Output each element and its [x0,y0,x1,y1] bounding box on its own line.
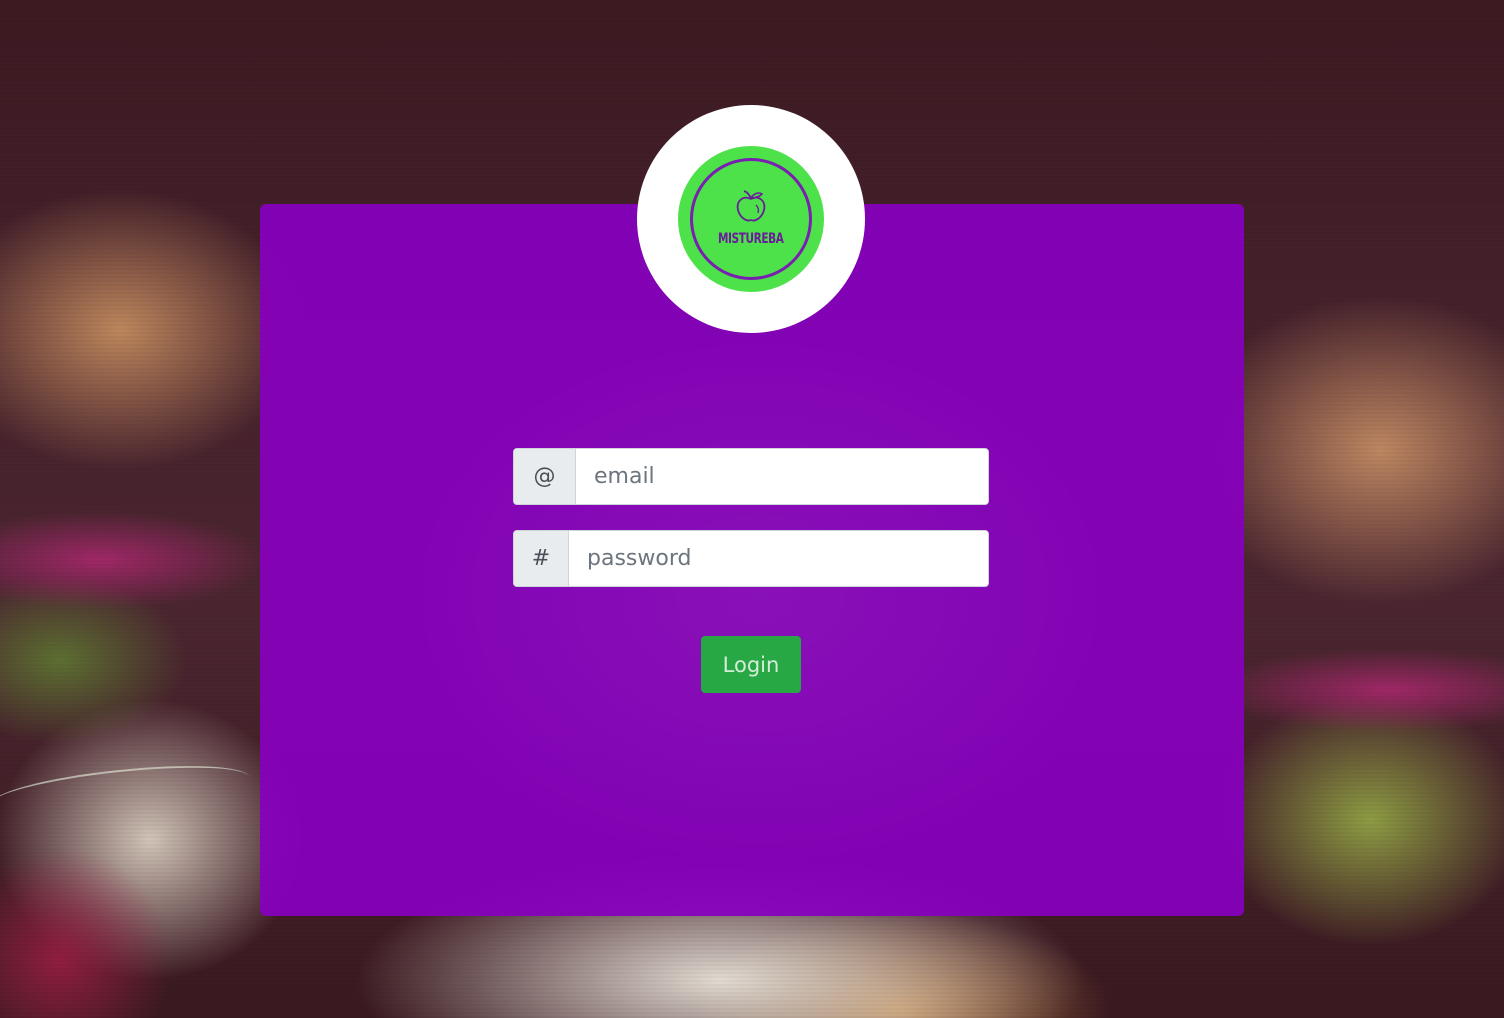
login-form: @ # [513,448,989,587]
email-input-group: @ [513,448,989,505]
password-input-group: # [513,530,989,587]
background-decoration [0,756,252,826]
logo: MISTUREBA [637,105,865,333]
logo-ring: MISTUREBA [690,158,812,280]
email-addon: @ [514,449,576,504]
password-addon: # [514,531,569,586]
login-button[interactable]: Login [701,636,801,693]
email-field[interactable] [576,449,988,504]
password-field[interactable] [569,531,988,586]
fruit-icon [736,190,766,222]
logo-badge: MISTUREBA [678,146,824,292]
logo-text: MISTUREBA [718,231,784,247]
login-page: MISTUREBA @ # Login [0,0,1504,1018]
